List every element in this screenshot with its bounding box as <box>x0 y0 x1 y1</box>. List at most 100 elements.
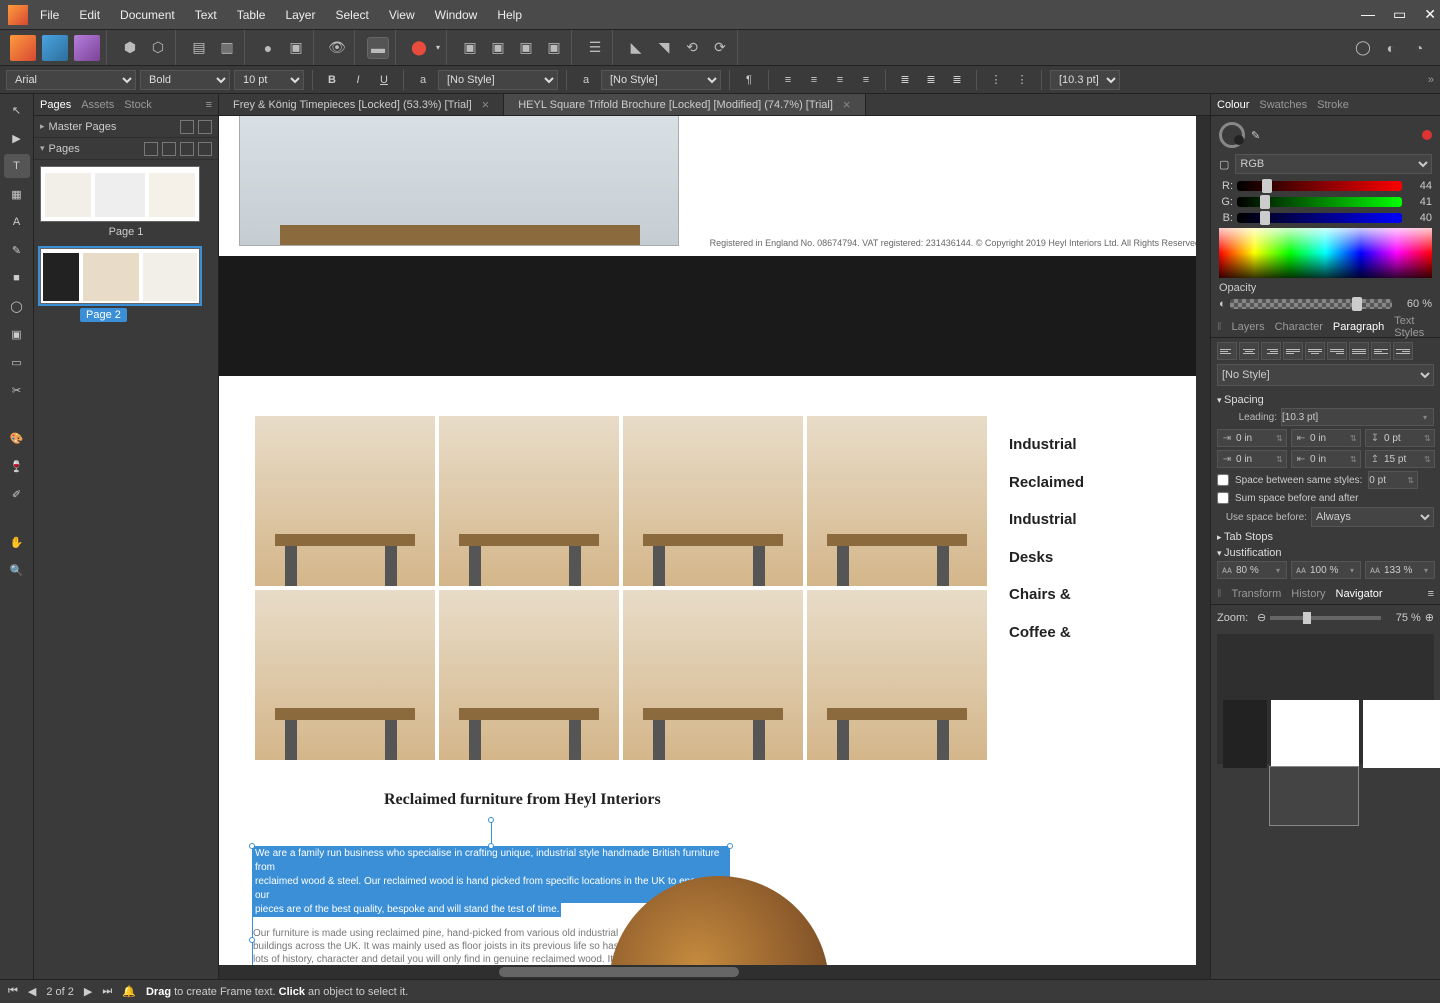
move-tool-icon[interactable]: ↖ <box>4 98 30 122</box>
p-justify-center-icon[interactable] <box>1305 342 1325 360</box>
colour-mode-select[interactable]: RGB <box>1235 154 1432 174</box>
red-value[interactable]: 44 <box>1406 180 1432 192</box>
page-1-thumbnail[interactable] <box>40 166 200 222</box>
stroke-fill-selector-icon[interactable] <box>1219 122 1245 148</box>
preflight-icon[interactable]: ⬡ <box>147 37 169 59</box>
tab-layers[interactable]: Layers <box>1232 321 1265 333</box>
p-align-right-icon[interactable] <box>1261 342 1281 360</box>
move-front-icon[interactable]: ▣ <box>543 37 565 59</box>
pilcrow-icon[interactable]: ¶ <box>738 70 760 90</box>
blue-value[interactable]: 40 <box>1406 212 1432 224</box>
account-icon[interactable]: ◔ <box>1408 37 1430 59</box>
rotate-ccw-icon[interactable]: ⟲ <box>681 37 703 59</box>
align-center-icon[interactable]: ≡ <box>803 70 825 90</box>
rotate-cw-icon[interactable]: ⟳ <box>709 37 731 59</box>
first-line-field[interactable]: ⇥⇅ <box>1217 450 1287 468</box>
document-tab-2[interactable]: HEYL Square Trifold Brochure [Locked] [M… <box>504 94 865 115</box>
green-value[interactable]: 41 <box>1406 196 1432 208</box>
tab-paragraph[interactable]: Paragraph <box>1333 321 1384 333</box>
p-align-center-icon[interactable] <box>1239 342 1259 360</box>
space-after-field[interactable]: ↥⇅ <box>1365 450 1435 468</box>
prev-page-icon[interactable]: ◀ <box>28 985 36 998</box>
justify-left-icon[interactable]: ≣ <box>894 70 916 90</box>
colour-spectrum[interactable] <box>1219 228 1432 278</box>
data-merge-icon[interactable]: ⬢ <box>119 37 141 59</box>
resize-handle-icon[interactable] <box>249 843 255 849</box>
p-align-away-spine-icon[interactable] <box>1393 342 1413 360</box>
persona-photo-icon[interactable] <box>74 35 100 61</box>
window-maximize-icon[interactable]: ▭ <box>1393 6 1406 23</box>
pen-tool-icon[interactable]: ✎ <box>4 238 30 262</box>
zoom-in-icon[interactable]: ⊕ <box>1425 611 1434 624</box>
delete-master-icon[interactable] <box>198 120 212 134</box>
persona-designer-icon[interactable] <box>42 35 68 61</box>
p-justify-right-icon[interactable] <box>1327 342 1347 360</box>
page-2-thumbnail[interactable] <box>40 248 200 304</box>
justification-section[interactable]: Justification <box>1217 547 1434 559</box>
artistic-text-tool-icon[interactable]: A <box>4 210 30 234</box>
end-indent-field[interactable]: ⇤⇅ <box>1291 450 1361 468</box>
tab-colour[interactable]: Colour <box>1217 99 1249 111</box>
tab-text-styles[interactable]: Text Styles <box>1394 315 1434 339</box>
menu-layer[interactable]: Layer <box>285 8 315 22</box>
close-tab-2-icon[interactable]: × <box>843 97 851 112</box>
crop-tool-icon[interactable]: ✂ <box>4 378 30 402</box>
pages-header[interactable]: ▾Pages <box>34 138 218 160</box>
float-icon[interactable]: ▣ <box>285 37 307 59</box>
first-page-icon[interactable]: ⏮ <box>8 985 18 998</box>
p-justify-left-icon[interactable] <box>1283 342 1303 360</box>
char-style-select[interactable]: [No Style] <box>438 70 558 90</box>
overflow-icon[interactable]: » <box>1428 74 1434 86</box>
align-justify-icon[interactable]: ≡ <box>855 70 877 90</box>
picture-frame-tool-icon[interactable]: ▭ <box>4 350 30 374</box>
tab-navigator[interactable]: Navigator <box>1336 588 1383 600</box>
opacity-value[interactable]: 60 % <box>1396 298 1432 310</box>
node-tool-icon[interactable]: ▶ <box>4 126 30 150</box>
lock-children-icon[interactable]: ◐ <box>1380 37 1402 59</box>
preview-icon[interactable]: 👁 <box>326 37 348 59</box>
p-align-left-icon[interactable] <box>1217 342 1237 360</box>
tab-stroke[interactable]: Stroke <box>1317 99 1349 111</box>
justify-center-icon[interactable]: ≣ <box>920 70 942 90</box>
navigator-preview[interactable] <box>1217 634 1434 764</box>
selected-text-line[interactable]: pieces are of the best quality, bespoke … <box>253 903 561 917</box>
add-master-icon[interactable] <box>180 120 194 134</box>
ellipse-tool-icon[interactable]: ◯ <box>4 294 30 318</box>
selected-text-line[interactable]: We are a family run business who special… <box>253 847 729 875</box>
canvas[interactable]: Registered in England No. 08674794. VAT … <box>219 116 1210 979</box>
move-backward-icon[interactable]: ▣ <box>487 37 509 59</box>
menu-edit[interactable]: Edit <box>79 8 100 22</box>
green-slider[interactable] <box>1237 197 1402 207</box>
italic-button[interactable]: I <box>347 70 369 90</box>
document-tab-1[interactable]: Frey & König Timepieces [Locked] (53.3%)… <box>219 94 504 115</box>
persona-publisher-icon[interactable] <box>10 35 36 61</box>
red-slider[interactable] <box>1237 181 1402 191</box>
number-list-icon[interactable]: ⋮ <box>1011 70 1033 90</box>
font-weight-select[interactable]: Bold <box>140 70 230 90</box>
align-left-icon[interactable]: ≡ <box>777 70 799 90</box>
zoom-out-icon[interactable]: ⊖ <box>1257 611 1266 624</box>
menu-document[interactable]: Document <box>120 8 175 22</box>
pages-single-icon[interactable] <box>144 142 158 156</box>
p-align-spine-icon[interactable] <box>1371 342 1391 360</box>
vertical-scrollbar[interactable] <box>1196 116 1210 979</box>
view-tool-icon[interactable]: ✋ <box>4 530 30 554</box>
tab-stops-section[interactable]: Tab Stops <box>1217 531 1434 543</box>
move-back-icon[interactable]: ▣ <box>459 37 481 59</box>
rectangle-tool-icon[interactable]: ■ <box>4 266 30 290</box>
last-page-icon[interactable]: ⏭ <box>102 985 112 998</box>
tab-pages[interactable]: Pages <box>40 99 71 111</box>
clip-canvas-icon[interactable]: ▬ <box>367 37 389 59</box>
move-forward-icon[interactable]: ▣ <box>515 37 537 59</box>
next-page-icon[interactable]: ▶ <box>84 985 92 998</box>
snapping-icon[interactable]: ⬤ <box>408 37 430 59</box>
align-panel-icon[interactable]: ☰ <box>584 37 606 59</box>
eyedropper-icon[interactable]: ✎ <box>1251 129 1260 142</box>
text-flow-in-icon[interactable] <box>249 937 255 943</box>
window-minimize-icon[interactable]: — <box>1361 6 1375 23</box>
resize-handle-icon[interactable] <box>488 843 494 849</box>
window-close-icon[interactable]: ✕ <box>1424 6 1436 23</box>
tab-history[interactable]: History <box>1291 588 1325 600</box>
paragraph-style-select[interactable]: [No Style] <box>1217 364 1434 386</box>
pages-add-icon[interactable] <box>180 142 194 156</box>
